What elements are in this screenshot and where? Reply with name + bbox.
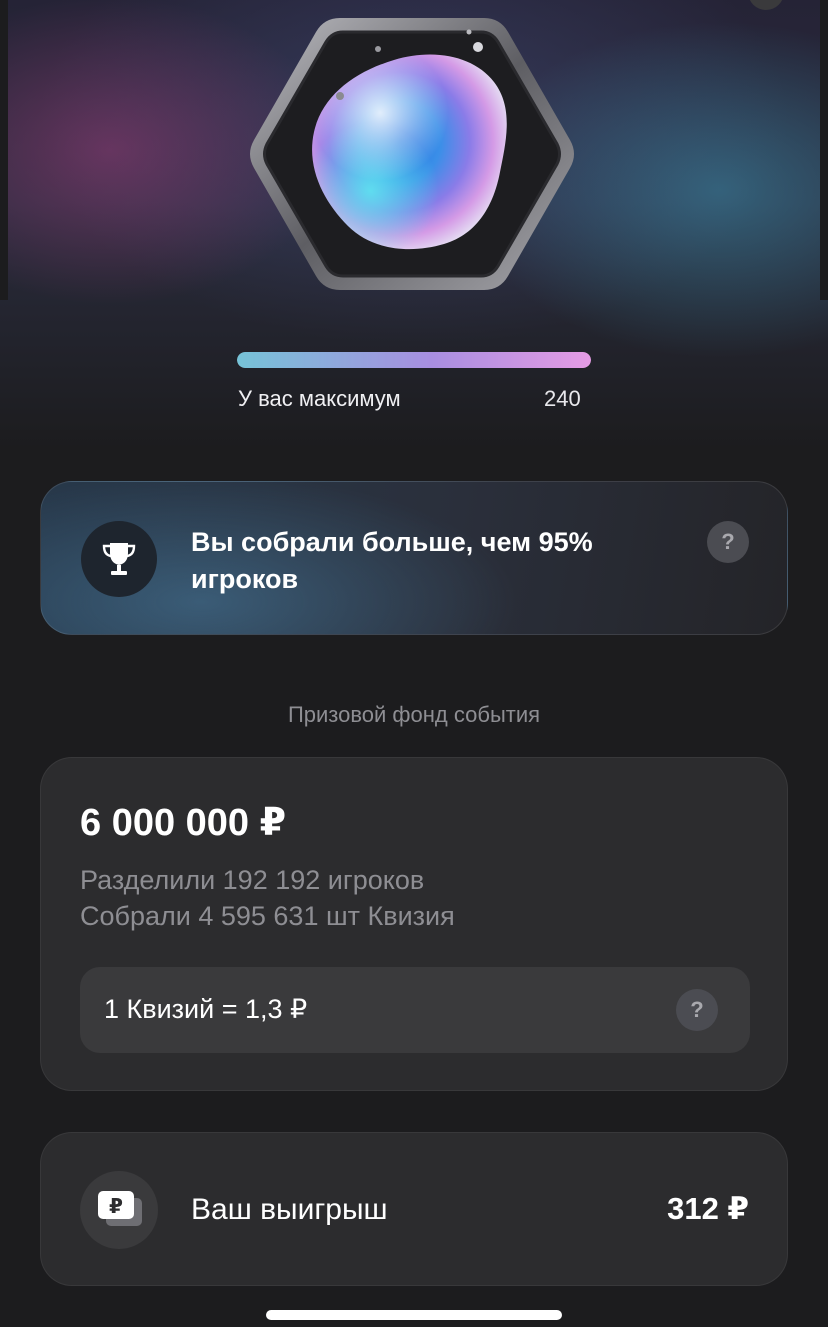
winnings-icon-badge: ₽: [80, 1171, 158, 1249]
hero-edge-right: [820, 0, 828, 300]
home-indicator[interactable]: [266, 1310, 562, 1320]
help-icon: ?: [690, 997, 704, 1022]
ruble-glyph: ₽: [109, 1194, 123, 1218]
exchange-rate-text: 1 Квизий = 1,3 ₽: [104, 994, 308, 1024]
max-level-label: У вас максимум: [238, 386, 401, 411]
achievement-text: Вы собрали больше, чем 95% игроков: [191, 527, 593, 594]
prize-fund-card: 6 000 000 ₽ Разделили 192 192 игроков Со…: [40, 757, 788, 1091]
trophy-icon: [102, 543, 136, 575]
trophy-badge: [81, 521, 157, 597]
prize-shared-by: Разделили 192 192 игроков: [80, 865, 425, 895]
achievement-card: Вы собрали больше, чем 95% игроков ?: [40, 481, 788, 635]
level-badge: [244, 12, 580, 312]
ruble-card-icon: ₽: [98, 1191, 142, 1226]
achievement-help-button[interactable]: ?: [707, 521, 749, 563]
level-progress-bar: [237, 352, 591, 368]
hero-edge-left: [0, 0, 8, 300]
prize-collected: Собрали 4 595 631 шт Квизия: [80, 901, 455, 931]
exchange-rate-box: 1 Квизий = 1,3 ₽ ?: [80, 967, 750, 1053]
help-icon: ?: [721, 529, 735, 554]
level-progress-fill: [237, 352, 591, 368]
winnings-card: ₽ Ваш выигрыш 312 ₽: [40, 1132, 788, 1286]
rate-help-button[interactable]: ?: [676, 989, 718, 1031]
prize-fund-amount: 6 000 000 ₽: [80, 802, 287, 844]
crystal-badge-icon: [250, 18, 574, 290]
prize-fund-title: Призовой фонд события: [287, 702, 541, 727]
max-level-value: 240: [544, 386, 581, 411]
winnings-label: Ваш выигрыш: [191, 1193, 388, 1226]
winnings-value: 312 ₽: [667, 1191, 749, 1226]
